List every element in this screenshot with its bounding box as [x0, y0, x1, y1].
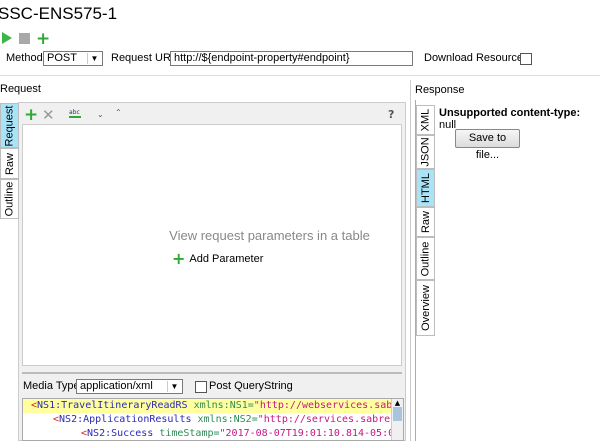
move-up-icon[interactable]: ⌃: [115, 108, 122, 117]
add-parameter-icon[interactable]: +: [24, 105, 38, 125]
tab-request[interactable]: Request: [0, 103, 19, 148]
divider: [0, 75, 600, 76]
media-type-select[interactable]: application/xml ▼: [76, 379, 183, 394]
post-querystring-label: Post QueryString: [209, 380, 293, 392]
tab-xml[interactable]: XML: [416, 105, 435, 135]
chevron-down-icon: ▼: [167, 381, 181, 392]
tab-raw[interactable]: Raw: [0, 148, 19, 179]
unsupported-message: Unsupported content-type: null: [439, 107, 581, 131]
xml-line: <NS2:ApplicationResults xmlns:NS2="http:…: [53, 414, 403, 425]
empty-table-text: View request parameters in a table: [169, 228, 370, 243]
run-icon[interactable]: [2, 32, 12, 44]
tab-outline[interactable]: Outline: [0, 179, 19, 219]
plus-icon: +: [172, 249, 186, 268]
add-parameter-link[interactable]: + Add Parameter: [172, 249, 263, 268]
help-icon[interactable]: ?: [388, 108, 394, 121]
add-parameter-label: Add Parameter: [189, 252, 264, 265]
download-checkbox[interactable]: [520, 53, 532, 65]
method-label: Method: [6, 52, 43, 64]
tab-html[interactable]: HTML: [416, 169, 435, 207]
panel-divider[interactable]: [410, 80, 411, 441]
request-title: SSC-ENS575-1: [0, 4, 118, 23]
xml-editor[interactable]: <NS1:TravelItineraryReadRS xmlns:NS1="ht…: [22, 398, 404, 441]
add-icon[interactable]: +: [36, 29, 50, 49]
tab-overview[interactable]: Overview: [416, 280, 435, 336]
scrollbar[interactable]: ▲: [391, 399, 403, 440]
clear-icon[interactable]: abc: [69, 109, 81, 118]
chevron-down-icon: ▼: [87, 53, 101, 64]
splitter[interactable]: [22, 372, 402, 374]
response-label: Response: [415, 84, 465, 96]
scroll-up-icon[interactable]: ▲: [392, 399, 403, 407]
tab-outline[interactable]: Outline: [416, 237, 435, 280]
stop-icon[interactable]: [19, 33, 30, 44]
parameters-table: [22, 124, 402, 366]
method-value: POST: [47, 52, 77, 64]
xml-line: <NS1:TravelItineraryReadRS xmlns:NS1="ht…: [23, 399, 403, 413]
xml-line: <NS2:Success timeStamp="2017-08-07T19:01…: [81, 428, 401, 439]
scrollbar-thumb[interactable]: [393, 407, 402, 421]
tab-json[interactable]: JSON: [416, 135, 435, 169]
post-querystring-checkbox[interactable]: [195, 381, 207, 393]
media-type-label: Media Type: [23, 380, 80, 392]
url-input[interactable]: http://${endpoint-property#endpoint}: [170, 51, 413, 66]
tab-raw[interactable]: Raw: [416, 207, 435, 237]
move-down-icon[interactable]: ⌄: [97, 110, 104, 119]
download-label: Download Resources: [424, 52, 529, 64]
method-select[interactable]: POST ▼: [43, 51, 103, 66]
save-to-file-button[interactable]: Save to file...: [455, 129, 520, 161]
request-label: Request: [0, 83, 41, 95]
delete-icon[interactable]: ✕: [42, 106, 55, 124]
media-type-value: application/xml: [80, 380, 153, 392]
